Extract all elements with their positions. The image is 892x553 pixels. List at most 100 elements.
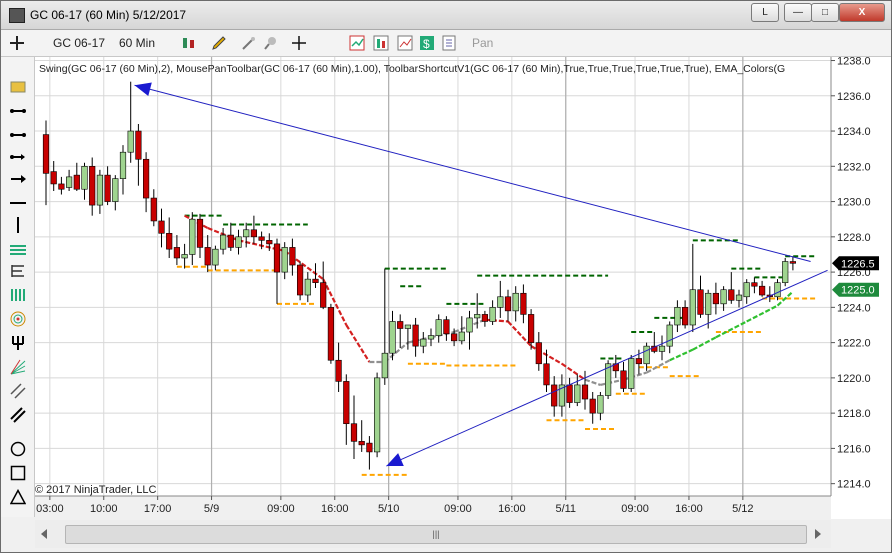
candle-body	[119, 151, 127, 179]
properties-icon[interactable]	[441, 35, 457, 51]
ellipse-icon[interactable]	[10, 441, 26, 457]
x-tick-label: 16:00	[498, 503, 526, 515]
candle-body	[720, 289, 727, 305]
instrument-selector[interactable]: GC 06-17	[53, 34, 105, 52]
candle-body	[296, 264, 304, 296]
maximize-button[interactable]: □	[811, 3, 839, 22]
candle-body	[474, 314, 481, 319]
y-tick-label: 1218.0	[837, 408, 871, 420]
candle-body	[166, 233, 173, 250]
x-tick-label: 5/9	[204, 503, 219, 515]
y-tick-label: 1214.0	[837, 479, 871, 491]
candle-body	[96, 174, 103, 206]
candle-body	[758, 285, 766, 296]
candle-body	[566, 384, 573, 403]
x-tick-label: 10:00	[90, 503, 118, 515]
gann-fan-icon[interactable]	[10, 359, 26, 375]
vertical-line-icon[interactable]	[10, 217, 26, 233]
x-tick-label: 5/12	[732, 503, 753, 515]
candle-body	[497, 296, 504, 308]
app-icon	[9, 8, 25, 23]
crosshair-icon[interactable]	[291, 35, 307, 51]
candle-body	[320, 282, 327, 308]
price-chart[interactable]: Swing(GC 06-17 (60 Min),2), MousePanTool…	[35, 57, 891, 519]
candle-body	[450, 333, 458, 342]
fib-extension-icon[interactable]	[10, 287, 26, 303]
candle-body	[273, 243, 281, 273]
ruler-icon[interactable]	[10, 79, 26, 95]
bar-style-icon[interactable]	[181, 35, 197, 51]
horizontal-line-icon[interactable]	[10, 195, 26, 211]
y-tick-label: 1232.0	[837, 161, 871, 173]
candle-body	[743, 282, 750, 298]
candle-body	[774, 282, 781, 298]
y-tick-label: 1236.0	[837, 91, 871, 103]
rectangle-icon[interactable]	[10, 465, 26, 481]
candle-body	[89, 166, 96, 206]
candle-body	[50, 171, 57, 185]
andrews-pitchfork-icon[interactable]	[10, 335, 26, 351]
candle-body	[412, 324, 419, 347]
horizontal-scrollbar[interactable]: |||	[35, 520, 831, 548]
x-tick-label: 16:00	[321, 503, 349, 515]
strategies-icon[interactable]	[373, 35, 389, 51]
scroll-thumb[interactable]: |||	[65, 525, 807, 544]
candle-body	[381, 352, 388, 379]
copyright-label: © 2017 NinjaTrader, LLC	[35, 484, 156, 496]
candle-body	[289, 247, 296, 266]
svg-text:$: $	[423, 37, 430, 51]
dollar-icon[interactable]: $	[419, 35, 435, 51]
crosshair-pin-icon[interactable]	[9, 35, 25, 51]
candle-body	[281, 247, 288, 273]
ray-icon[interactable]	[10, 149, 26, 165]
line-icon[interactable]	[10, 127, 26, 143]
fib-retracement-icon[interactable]	[10, 263, 26, 279]
candle-body	[620, 370, 627, 389]
x-tick-label: 17:00	[144, 503, 172, 515]
fib-circle-icon[interactable]	[10, 311, 26, 327]
interval-selector[interactable]: 60 Min	[119, 34, 155, 52]
pan-button[interactable]: Pan	[472, 34, 493, 52]
pin-icon[interactable]	[263, 35, 279, 51]
candle-body	[589, 398, 596, 414]
candle-body	[42, 134, 50, 174]
candle-body	[427, 335, 435, 340]
scroll-left-arrow[interactable]	[41, 529, 47, 539]
candle-body	[304, 278, 311, 296]
candle-body	[728, 289, 735, 301]
scroll-right-arrow[interactable]	[815, 529, 821, 539]
candle-body	[220, 234, 227, 250]
magic-wand-icon[interactable]	[241, 35, 257, 51]
candle-body	[551, 384, 558, 407]
candle-body	[366, 442, 373, 453]
risk-reward-icon[interactable]	[10, 103, 26, 119]
pencil-draw-icon[interactable]	[211, 35, 227, 51]
candle-body	[443, 319, 450, 335]
candle-body	[681, 307, 689, 326]
candle-body	[543, 363, 550, 386]
trend-channel-icon[interactable]	[10, 383, 26, 399]
y-tick-label: 1216.0	[837, 443, 871, 455]
candle-body	[658, 345, 666, 352]
candle-body	[527, 314, 535, 343]
arrow-line-icon[interactable]	[10, 171, 26, 187]
candle-body	[181, 254, 188, 259]
minimize-button[interactable]: —	[784, 3, 812, 22]
x-tick-label: 03:00	[36, 503, 64, 515]
candle-body	[420, 338, 427, 347]
x-axis-ticks: 03:00 10:00 17:00 5/9 09:00 16:00 5/10 09:00 16:…	[36, 496, 754, 515]
close-button[interactable]: X	[839, 3, 885, 22]
restore-link-button[interactable]: L	[751, 3, 779, 22]
drawing-tools-panel	[1, 57, 35, 517]
candle-body	[258, 236, 265, 241]
candle-body	[481, 314, 489, 322]
candle-body	[689, 289, 696, 326]
parallel-lines-icon[interactable]	[10, 407, 26, 423]
candle-body	[643, 345, 650, 365]
chart-style-icon[interactable]	[397, 35, 413, 51]
regression-channel-icon[interactable]	[10, 241, 26, 257]
candle-body	[243, 229, 250, 238]
indicators-icon[interactable]	[349, 35, 365, 51]
triangle-icon[interactable]	[9, 488, 27, 505]
candle-body	[327, 307, 335, 361]
